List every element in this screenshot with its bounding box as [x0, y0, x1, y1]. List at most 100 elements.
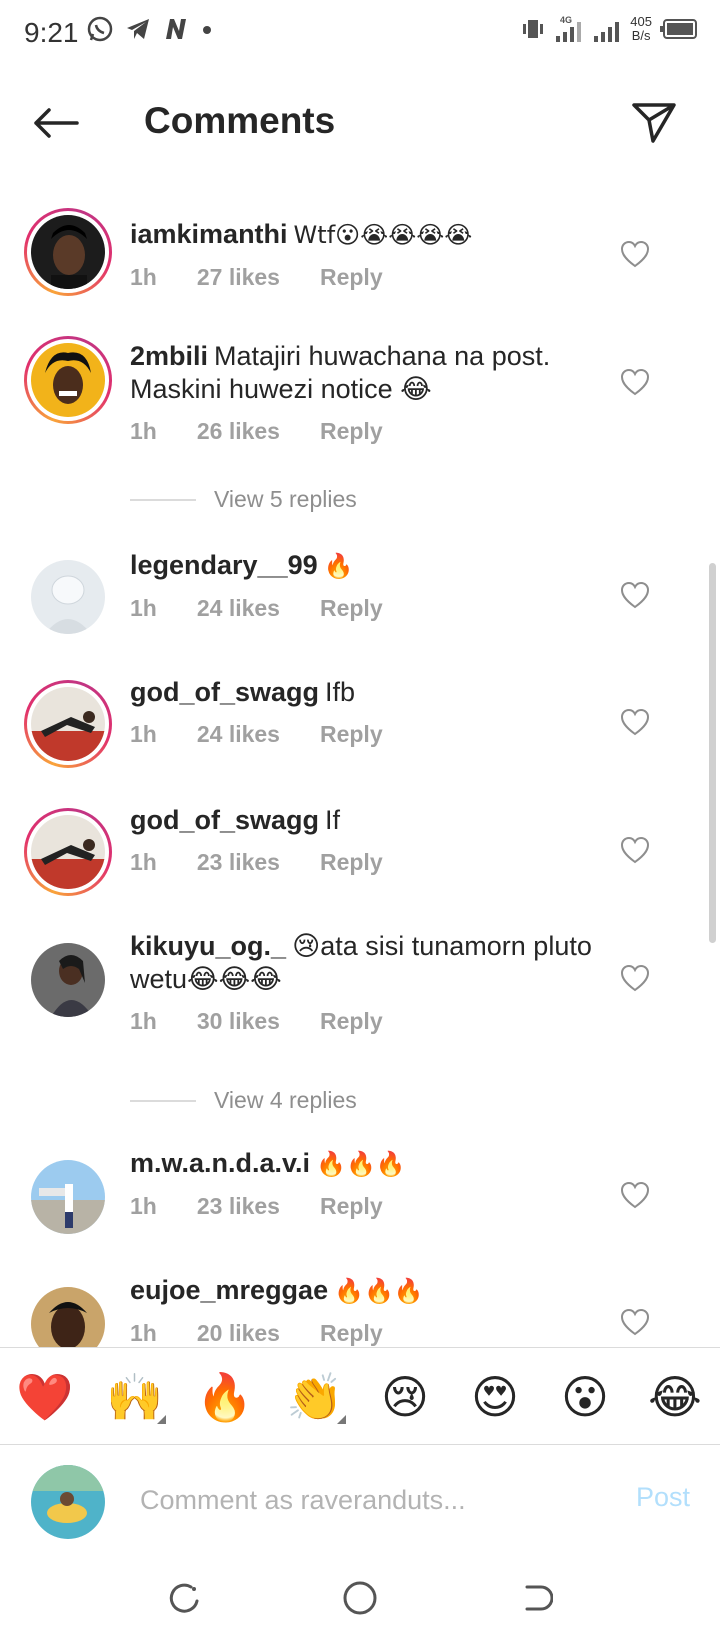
avatar-story-ring[interactable] [24, 208, 112, 296]
emoji-heart-eyes[interactable]: 😍 [460, 1362, 530, 1432]
heart-icon[interactable] [620, 581, 650, 611]
reply-button[interactable]: Reply [320, 264, 383, 291]
emoji-raising-hands[interactable]: 🙌 [100, 1362, 170, 1432]
avatar-wrap[interactable] [24, 1153, 112, 1241]
heart-icon[interactable] [620, 368, 650, 398]
comment-username[interactable]: god_of_swagg [130, 677, 319, 707]
comment-username[interactable]: kikuyu_og._ [130, 931, 286, 961]
reply-button[interactable]: Reply [320, 1193, 383, 1220]
comment-likes[interactable]: 23 likes [197, 1193, 280, 1220]
back-nav-icon [525, 1585, 553, 1611]
reply-button[interactable]: Reply [320, 418, 383, 445]
comment-likes[interactable]: 24 likes [197, 721, 280, 748]
view-replies-label: View 4 replies [214, 1087, 357, 1113]
emoji-fire[interactable]: 🔥 [190, 1362, 260, 1432]
view-replies-button[interactable]: View 5 replies [130, 486, 357, 513]
network-speed: 405 B/s [630, 15, 652, 43]
comment-time: 1h [130, 721, 157, 747]
emoji-quick-bar: ❤️ 🙌 🔥 👏 😢 😍 😮 😂 [0, 1347, 720, 1445]
comment-body: god_of_swagg If 1h 23 likes Reply [130, 804, 630, 876]
comment-meta: 1h 27 likes Reply [130, 264, 630, 291]
comment-likes[interactable]: 24 likes [197, 595, 280, 622]
reply-button[interactable]: Reply [320, 1320, 383, 1347]
comment-body: god_of_swagg Ifb 1h 24 likes Reply [130, 676, 630, 748]
comment-likes[interactable]: 30 likes [197, 1008, 280, 1035]
reply-button[interactable]: Reply [320, 849, 383, 876]
comment-likes[interactable]: 27 likes [197, 264, 280, 291]
status-bar: 9:21 4G 405 B/s [0, 0, 720, 66]
comment-username[interactable]: god_of_swagg [130, 805, 319, 835]
signal-icon [594, 22, 620, 42]
emoji-surprised[interactable]: 😮 [550, 1362, 620, 1432]
comment-username[interactable]: eujoe_mreggae [130, 1275, 328, 1305]
comment-composer: Post [0, 1446, 720, 1556]
back-button[interactable] [28, 98, 84, 148]
comment-meta: 1h 24 likes Reply [130, 721, 630, 748]
recents-icon [169, 1583, 199, 1613]
comment-input[interactable] [140, 1478, 580, 1522]
reply-button[interactable]: Reply [320, 1008, 383, 1035]
comment-likes[interactable]: 20 likes [197, 1320, 280, 1347]
comment-likes[interactable]: 26 likes [197, 418, 280, 445]
reply-button[interactable]: Reply [320, 595, 383, 622]
avatar-story-ring[interactable] [24, 808, 112, 896]
reply-button[interactable]: Reply [320, 721, 383, 748]
avatar-wrap[interactable] [24, 1280, 112, 1347]
scrollbar[interactable] [709, 563, 716, 943]
view-replies-button[interactable]: View 4 replies [130, 1087, 357, 1114]
comment-time: 1h [130, 1320, 157, 1346]
comment-username[interactable]: 2mbili [130, 341, 208, 371]
heart-icon[interactable] [620, 836, 650, 866]
speed-value: 405 [630, 14, 652, 29]
comment-text: If [325, 805, 341, 835]
emoji-raising-hands-glyph: 🙌 [106, 1369, 164, 1424]
comment-username[interactable]: iamkimanthi [130, 219, 288, 249]
post-button[interactable]: Post [636, 1482, 690, 1513]
comment-time: 1h [130, 595, 157, 621]
home-button[interactable] [338, 1576, 382, 1620]
system-icons: 4G 405 B/s [520, 14, 698, 44]
comment-time: 1h [130, 264, 157, 290]
comment-body: eujoe_mreggae 🔥🔥🔥 1h 20 likes Reply [130, 1274, 630, 1347]
comment-likes[interactable]: 23 likes [197, 849, 280, 876]
comment-body: m.w.a.n.d.a.v.i 🔥🔥🔥 1h 23 likes Reply [130, 1147, 630, 1220]
heart-icon[interactable] [620, 708, 650, 738]
emoji-heart[interactable]: ❤️ [10, 1362, 80, 1432]
paper-plane-icon [632, 103, 676, 143]
comment-meta: 1h 20 likes Reply [130, 1320, 630, 1347]
recents-button[interactable] [162, 1576, 206, 1620]
dot-icon [203, 26, 211, 34]
share-button[interactable] [626, 94, 682, 150]
avatar [31, 560, 105, 634]
avatar-wrap[interactable] [24, 553, 112, 641]
home-circle-icon [343, 1581, 377, 1615]
avatar [31, 943, 105, 1017]
emoji-crying[interactable]: 😢 [370, 1362, 440, 1432]
comment-meta: 1h 26 likes Reply [130, 418, 630, 445]
comment-body: iamkimanthi Wtf😮😭😭😭😭 1h 27 likes Reply [130, 218, 630, 291]
heart-icon[interactable] [620, 240, 650, 270]
back-nav-button[interactable] [514, 1576, 558, 1620]
current-user-avatar [31, 1465, 105, 1539]
emoji-laughing[interactable]: 😂 [640, 1362, 710, 1432]
comment-username[interactable]: m.w.a.n.d.a.v.i [130, 1148, 310, 1178]
emoji-clapping[interactable]: 👏 [280, 1362, 350, 1432]
heart-icon[interactable] [620, 964, 650, 994]
comment-meta: 1h 24 likes Reply [130, 595, 630, 622]
avatar [31, 215, 105, 289]
avatar-wrap[interactable] [24, 936, 112, 1024]
heart-icon[interactable] [620, 1308, 650, 1338]
skin-tone-indicator [157, 1415, 166, 1424]
avatar [31, 1287, 105, 1347]
comment-text: 🔥🔥🔥 [334, 1277, 424, 1305]
comment-username[interactable]: legendary__99 [130, 550, 318, 580]
comments-list[interactable]: iamkimanthi Wtf😮😭😭😭😭 1h 27 likes Reply 2m… [0, 190, 720, 1347]
avatar-story-ring[interactable] [24, 336, 112, 424]
comment-body: kikuyu_og._ 😢ata sisi tunamorn pluto wetu… [130, 930, 630, 1035]
skin-tone-indicator [337, 1415, 346, 1424]
signal-4g-icon: 4G [556, 15, 582, 42]
avatar-story-ring[interactable] [24, 680, 112, 768]
whatsapp-icon [87, 16, 113, 42]
heart-icon[interactable] [620, 1181, 650, 1211]
speed-unit: B/s [631, 28, 651, 43]
